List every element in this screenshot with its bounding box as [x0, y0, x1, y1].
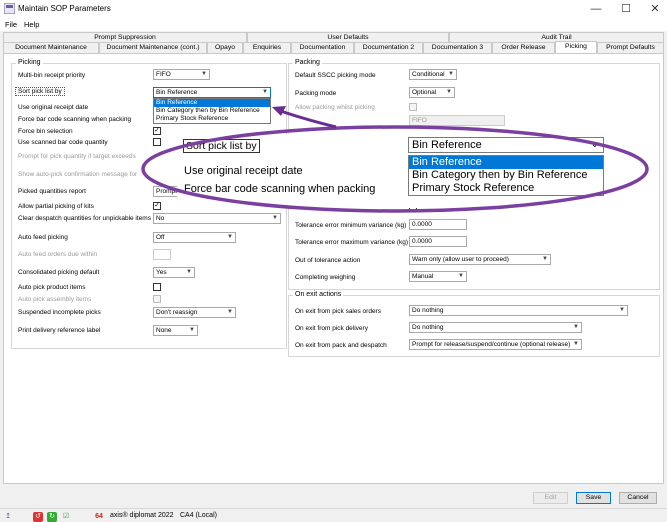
- cancel-button[interactable]: Cancel: [619, 492, 657, 504]
- product-name: axis® diplomat 2022: [110, 512, 174, 519]
- refresh-green-icon[interactable]: ↻: [47, 512, 57, 522]
- pointer-arrow: [277, 108, 337, 129]
- checklist-icon[interactable]: ☑: [61, 512, 71, 522]
- edit-button[interactable]: Edit: [533, 492, 568, 504]
- company-name: CA4 (Local): [180, 512, 217, 519]
- up-arrow-icon[interactable]: ↥: [3, 512, 13, 522]
- status-bar: ↥ ↺ ↻ ☑ 64 axis® diplomat 2022 CA4 (Loca…: [0, 508, 667, 522]
- save-button[interactable]: Save: [576, 492, 611, 504]
- annotation-overlay: [141, 106, 649, 213]
- refresh-red-icon[interactable]: ↺: [33, 512, 43, 522]
- highlight-ellipse: [141, 125, 649, 213]
- axis-logo-icon: 64: [95, 513, 103, 520]
